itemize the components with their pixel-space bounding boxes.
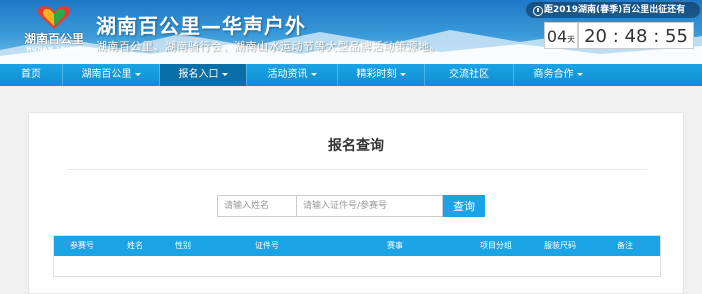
- nav-item-label: 精彩时刻: [356, 69, 397, 80]
- caret-down-icon: [134, 72, 141, 76]
- caret-down-icon: [576, 72, 583, 76]
- countdown-seconds: 55: [665, 26, 688, 47]
- site-title: 湖南百公里—华声户外: [96, 14, 306, 38]
- countdown-caption-text: 距2019湖南(春季)百公里出征还有: [544, 5, 686, 15]
- nav-item-registration[interactable]: 报名入口: [160, 64, 246, 86]
- heart-logo-icon: [37, 6, 71, 29]
- countdown-caption: 距2019湖南(春季)百公里出征还有: [526, 2, 700, 18]
- caret-down-icon: [310, 72, 317, 76]
- clock-icon: [533, 6, 543, 16]
- countdown-hours: 20: [584, 26, 607, 47]
- table-header-row: 参赛号 姓名 性别 证件号 赛事 项目分组 服装尺码 备注: [54, 236, 660, 256]
- countdown-time: 20 : 48 : 55: [578, 22, 694, 49]
- logo-subtext: HUNAN 100KM: [26, 46, 82, 53]
- nav-item-label: 报名入口: [178, 69, 219, 80]
- table-header-cell: 备注: [617, 241, 633, 250]
- nav-item-label: 首页: [21, 69, 41, 80]
- page-title: 报名查询: [328, 138, 384, 154]
- countdown-days-unit: 天: [567, 35, 576, 44]
- event-countdown: 距2019湖南(春季)百公里出征还有 04天 20 : 48 : 55: [522, 0, 702, 52]
- table-header-cell: 性别: [175, 241, 191, 250]
- table-header-cell: 参赛号: [70, 241, 94, 250]
- caret-down-icon: [399, 72, 406, 76]
- query-button[interactable]: 查询: [443, 195, 485, 217]
- id-number-input[interactable]: [297, 195, 443, 217]
- results-table: 参赛号 姓名 性别 证件号 赛事 项目分组 服装尺码 备注: [53, 235, 661, 277]
- table-header-cell: 赛事: [387, 241, 403, 250]
- nav-item-label: 活动资讯: [267, 69, 308, 80]
- name-input[interactable]: [217, 195, 297, 217]
- title-divider: [67, 169, 647, 170]
- caret-down-icon: [221, 72, 228, 76]
- nav-item-community[interactable]: 交流社区: [425, 64, 513, 86]
- site-logo[interactable]: 湖南百公里 HUNAN 100KM: [18, 4, 90, 60]
- main-nav: 首页 湖南百公里 报名入口 活动资讯 精彩时刻 交流社区 商务合作: [0, 64, 702, 86]
- nav-item-hunan-100km[interactable]: 湖南百公里: [63, 64, 159, 86]
- table-header-cell: 姓名: [127, 241, 143, 250]
- table-header-cell: 证件号: [255, 241, 279, 250]
- nav-item-highlights[interactable]: 精彩时刻: [338, 64, 424, 86]
- table-header-cell: 项目分组: [480, 241, 512, 250]
- countdown-days-value: 04: [546, 27, 568, 46]
- nav-item-label: 湖南百公里: [81, 69, 132, 80]
- nav-item-business[interactable]: 商务合作: [514, 64, 602, 86]
- site-header: 湖南百公里 HUNAN 100KM 湖南百公里—华声户外 湖南百公里、湖南骑行会…: [0, 0, 702, 64]
- nav-item-news[interactable]: 活动资讯: [247, 64, 337, 86]
- site-slogan: 湖南百公里、湖南骑行会、湖南山水运动节等大型品牌活动策源地。: [96, 40, 441, 53]
- countdown-colon-2: :: [653, 26, 660, 47]
- nav-item-home[interactable]: 首页: [0, 64, 62, 86]
- logo-text: 湖南百公里: [23, 32, 84, 46]
- registration-query-panel: 报名查询 查询 参赛号 姓名 性别 证件号 赛事 项目分组 服装尺码 备注: [28, 112, 684, 294]
- table-header-cell: 服装尺码: [544, 241, 576, 250]
- countdown-minutes: 48: [624, 26, 648, 47]
- nav-item-label: 交流社区: [449, 69, 489, 80]
- countdown-colon-1: :: [612, 26, 619, 47]
- nav-item-label: 商务合作: [533, 69, 574, 80]
- countdown-days: 04天: [544, 22, 578, 49]
- search-form: 查询: [217, 195, 485, 217]
